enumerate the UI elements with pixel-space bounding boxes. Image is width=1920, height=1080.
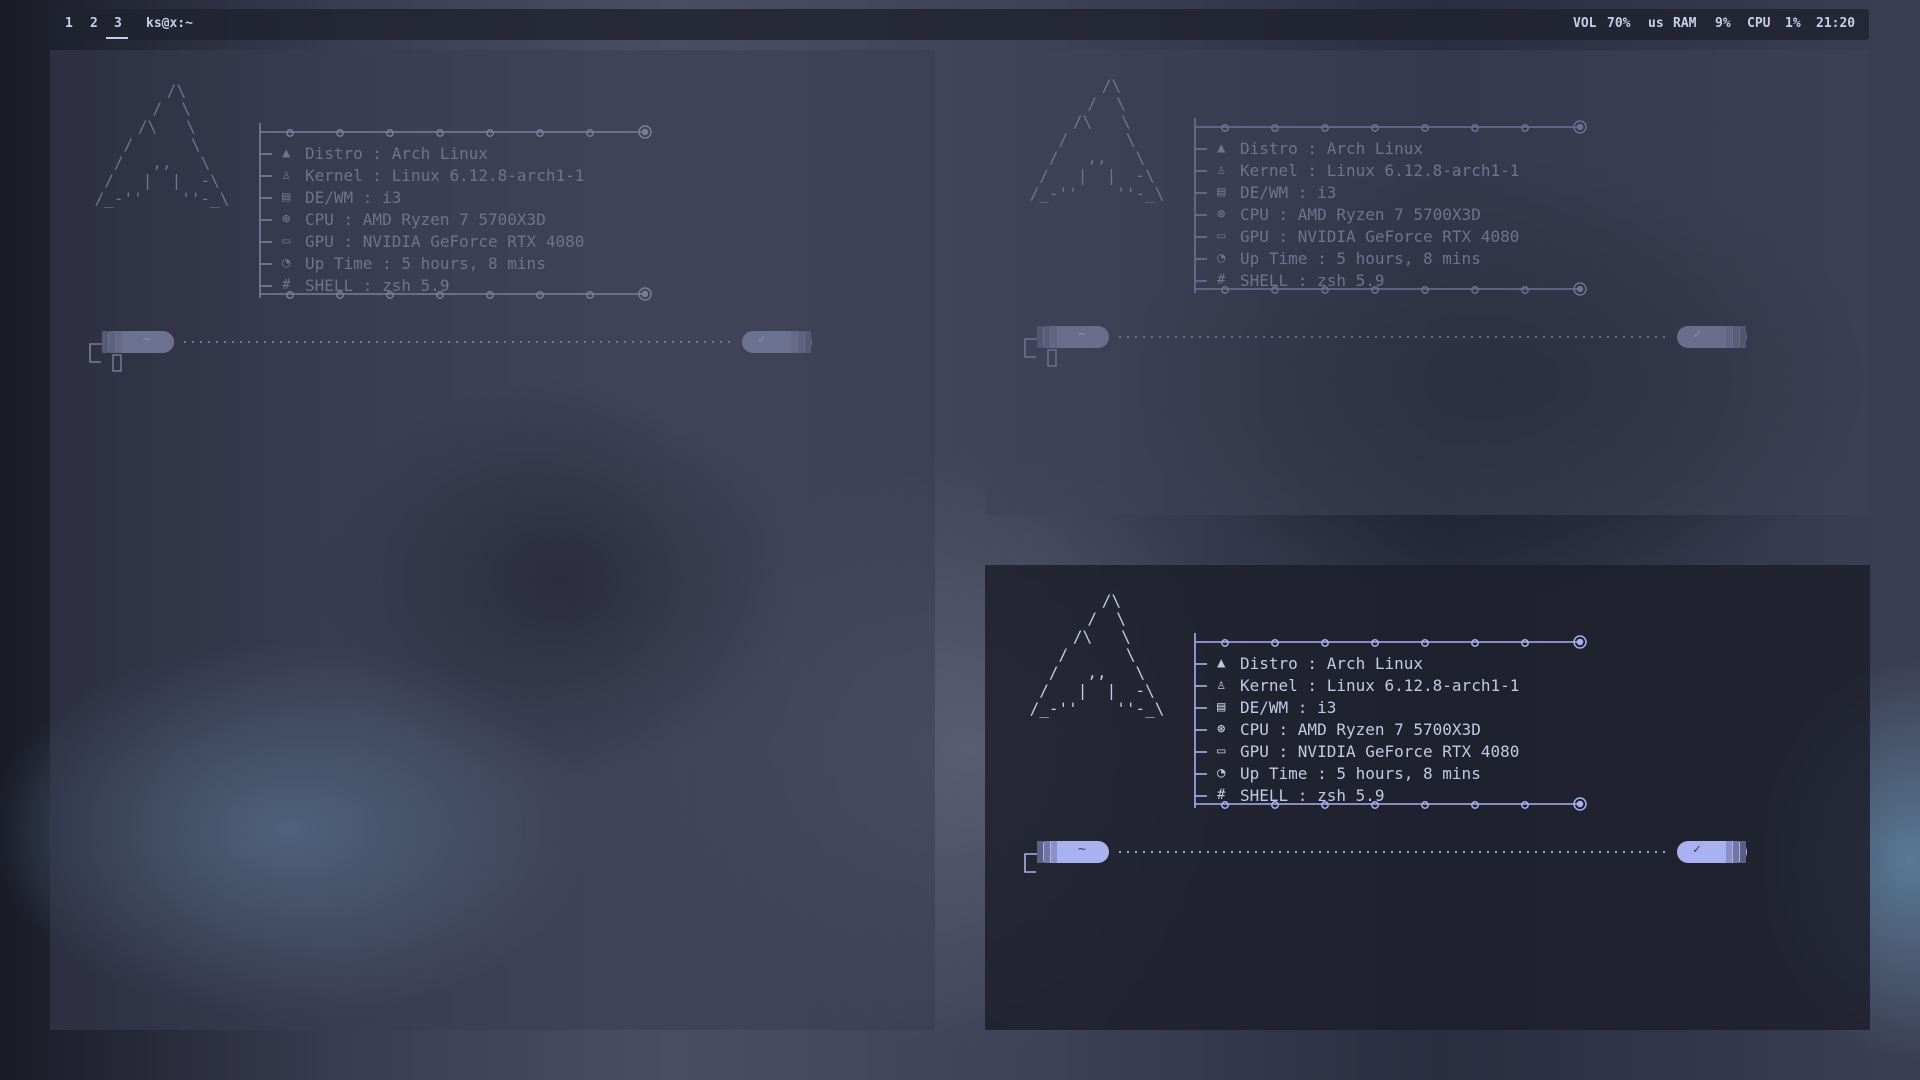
active-workspace-indicator (106, 37, 128, 39)
monitor-icon: ▭ (282, 233, 291, 249)
workspace-1[interactable]: 1 (65, 16, 73, 31)
terminal-window-3-focused[interactable]: /\ / \ /\ \ / \ / ,, \ / | | -\ /_-'' ''… (985, 565, 1870, 1030)
cpu-value: 1% (1785, 16, 1801, 31)
hash-icon: # (1217, 272, 1226, 288)
prompt-status: ✓ (1693, 842, 1701, 857)
workspace-3[interactable]: 3 (114, 16, 122, 31)
fetch-distro: Distro : Arch Linux (1240, 654, 1424, 673)
hash-icon: # (282, 277, 291, 293)
terminal-window-1[interactable]: /\ / \ /\ \ / \ / ,, \ / | | -\ /_-'' ''… (50, 50, 935, 1030)
prompt-directory: ~ (1078, 327, 1086, 342)
chip-icon: ⊛ (1217, 721, 1226, 737)
arch-icon: ▲ (1217, 140, 1226, 156)
fetch-dewm: DE/WM : i3 (305, 188, 402, 207)
monitor-icon: ▭ (1217, 228, 1226, 244)
fetch-dewm: DE/WM : i3 (1240, 183, 1337, 202)
tux-icon: ♙ (1217, 162, 1226, 178)
fetch-cpu: CPU : AMD Ryzen 7 5700X3D (305, 210, 546, 229)
chip-icon: ⊛ (282, 211, 291, 227)
clock-icon: ◔ (1217, 250, 1226, 266)
prompt-status: ✓ (1693, 327, 1701, 342)
arch-icon: ▲ (1217, 655, 1226, 671)
tux-icon: ♙ (1217, 677, 1226, 693)
hash-icon: # (1217, 787, 1226, 803)
chip-icon: ⊛ (1217, 206, 1226, 222)
terminal-window-2[interactable]: /\ / \ /\ \ / \ / ,, \ / | | -\ /_-'' ''… (985, 50, 1870, 515)
fetch-gpu: GPU : NVIDIA GeForce RTX 4080 (1240, 742, 1520, 761)
fetch-gpu: GPU : NVIDIA GeForce RTX 4080 (1240, 227, 1520, 246)
fetch-shell: SHELL : zsh 5.9 (305, 276, 450, 295)
fetch-distro: Distro : Arch Linux (305, 144, 489, 163)
fetch-distro: Distro : Arch Linux (1240, 139, 1424, 158)
status-bar: 1 2 3 ks@x:~ VOL 70% us RAM 9% CPU 1% 21… (50, 9, 1869, 40)
fetch-gpu: GPU : NVIDIA GeForce RTX 4080 (305, 232, 585, 251)
ram-label: RAM (1673, 16, 1697, 31)
fetch-dewm: DE/WM : i3 (1240, 698, 1337, 717)
clock-icon: ◔ (282, 255, 291, 271)
fetch-kernel: Kernel : Linux 6.12.8-arch1-1 (1240, 676, 1520, 695)
volume-label[interactable]: VOL (1573, 16, 1596, 31)
monitor-icon: ▭ (1217, 743, 1226, 759)
fetch-shell: SHELL : zsh 5.9 (1240, 786, 1385, 805)
window-icon: ▤ (282, 189, 291, 205)
prompt-directory: ~ (1078, 842, 1086, 857)
prompt-directory: ~ (143, 332, 151, 347)
ram-value: 9% (1715, 16, 1731, 31)
fetch-uptime: Up Time : 5 hours, 8 mins (1240, 249, 1481, 268)
fetch-uptime: Up Time : 5 hours, 8 mins (305, 254, 546, 273)
fetch-uptime: Up Time : 5 hours, 8 mins (1240, 764, 1481, 783)
tux-icon: ♙ (282, 167, 291, 183)
volume-value[interactable]: 70% (1607, 16, 1630, 31)
fetch-shell: SHELL : zsh 5.9 (1240, 271, 1385, 290)
window-icon: ▤ (1217, 699, 1226, 715)
arch-icon: ▲ (282, 145, 291, 161)
fetch-kernel: Kernel : Linux 6.12.8-arch1-1 (305, 166, 585, 185)
cpu-label: CPU (1747, 16, 1771, 31)
clock: 21:20 (1816, 16, 1856, 31)
fetch-cpu: CPU : AMD Ryzen 7 5700X3D (1240, 720, 1481, 739)
window-icon: ▤ (1217, 184, 1226, 200)
prompt-status: ✓ (758, 332, 766, 347)
keyboard-layout[interactable]: us (1648, 16, 1664, 31)
window-title: ks@x:~ (146, 16, 193, 31)
clock-icon: ◔ (1217, 765, 1226, 781)
workspace-2[interactable]: 2 (90, 16, 98, 31)
fetch-kernel: Kernel : Linux 6.12.8-arch1-1 (1240, 161, 1520, 180)
fetch-cpu: CPU : AMD Ryzen 7 5700X3D (1240, 205, 1481, 224)
